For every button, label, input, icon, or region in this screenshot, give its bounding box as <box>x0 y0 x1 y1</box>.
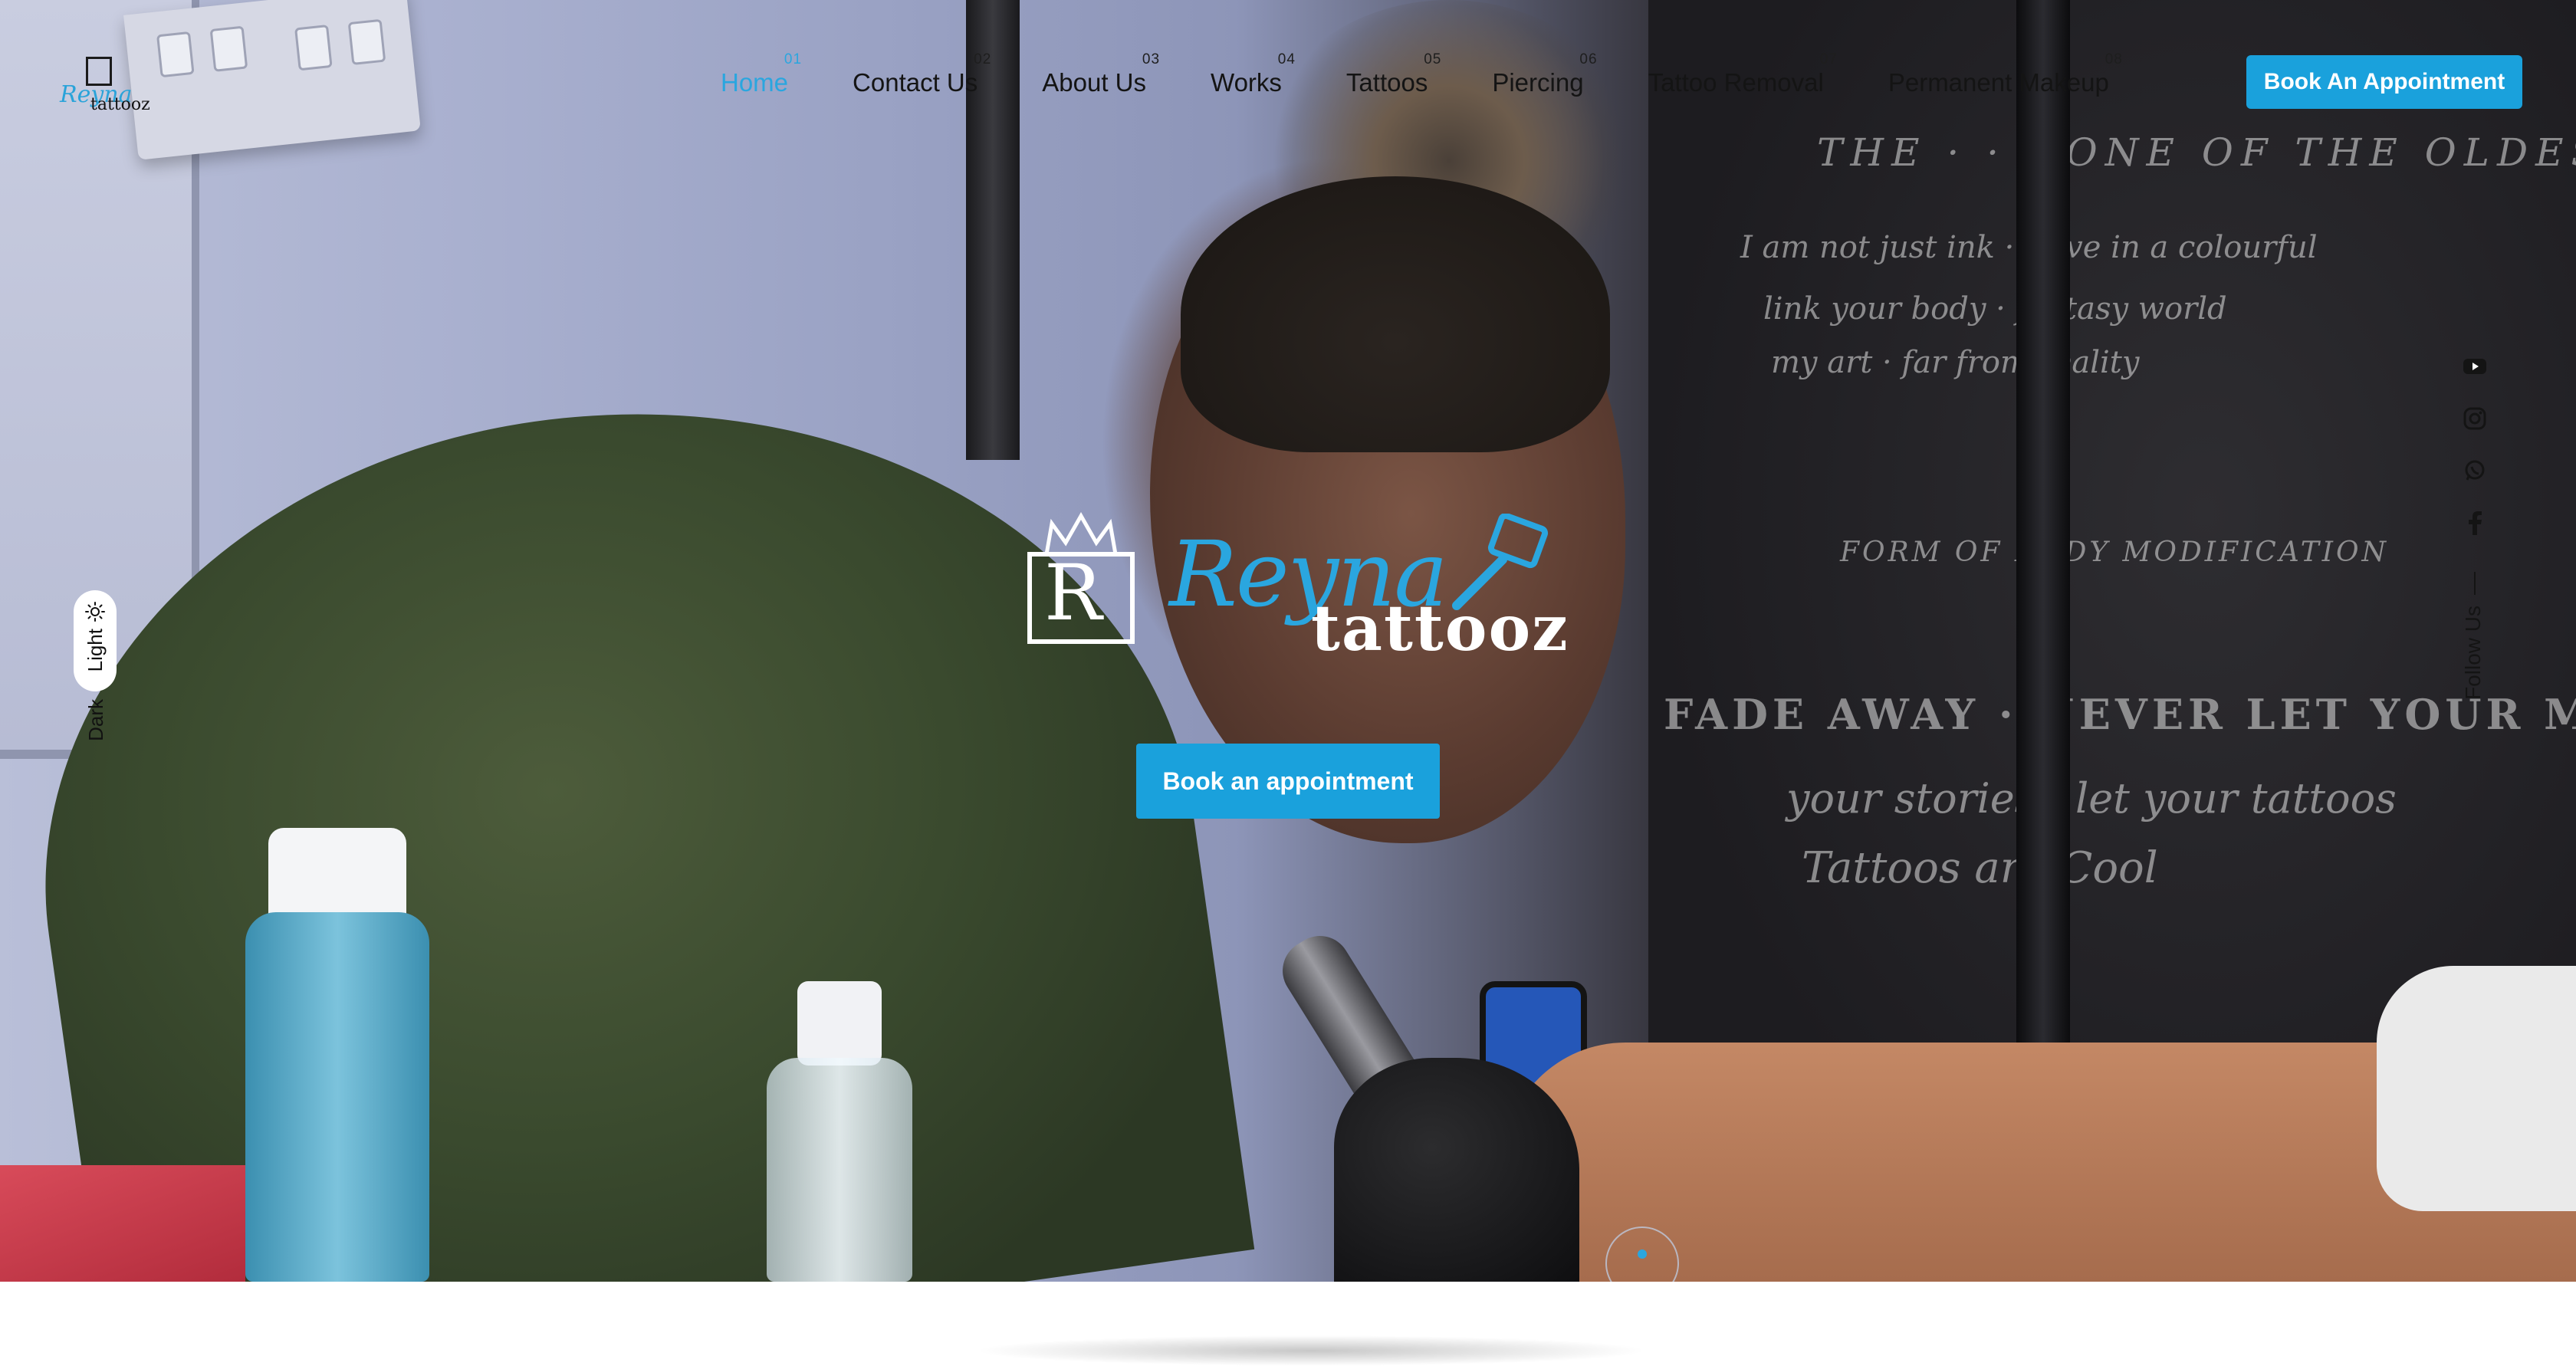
hero-background-package <box>0 1165 245 1282</box>
nav-item-number: 08 <box>2104 51 2123 67</box>
nav-item-number: 01 <box>784 51 803 67</box>
hero-bottle-blue <box>245 912 429 1282</box>
nav-item-works[interactable]: 04 Works <box>1211 51 1295 97</box>
nav-item-number: 02 <box>974 51 992 67</box>
nav-item-number: 05 <box>1424 51 1442 67</box>
nav-item-permanent-makeup[interactable]: 08 Permanent Makeup <box>1888 51 2122 97</box>
nav-item-label: Works <box>1211 68 1282 97</box>
site-header: Reyna tattooz 01 Home 02 Contact Us 03 A… <box>0 0 2576 161</box>
hero-logo: R Reyna tattooz <box>1012 491 1568 675</box>
next-section <box>0 1282 2576 1366</box>
sun-icon <box>85 602 105 622</box>
hero-logo-monogram: R <box>1044 548 1102 638</box>
nav-item-label: Permanent Makeup <box>1888 68 2109 97</box>
hero-client-sleeve <box>2377 966 2576 1211</box>
hero-artist-glove <box>1334 1058 1579 1282</box>
nav-item-label: Home <box>721 68 789 97</box>
nav-item-label: Contact Us <box>853 68 978 97</box>
logo-brand-word: tattooz <box>90 95 150 114</box>
theme-option-light[interactable]: Light <box>74 590 117 691</box>
hero-brand-word: tattooz <box>1311 592 1569 665</box>
hero-book-appointment-button[interactable]: Book an appointment <box>1136 744 1440 819</box>
nav-item-number: 03 <box>1142 51 1161 67</box>
instagram-icon[interactable] <box>2461 405 2489 432</box>
theme-light-label: Light <box>83 629 107 672</box>
nav-item-home[interactable]: 01 Home <box>721 51 801 97</box>
hero-bottle-clear <box>767 1058 912 1282</box>
facebook-icon[interactable] <box>2461 509 2489 537</box>
site-logo[interactable]: Reyna tattooz <box>58 51 150 120</box>
nav-item-number: 06 <box>1579 51 1598 67</box>
nav-item-contact-us[interactable]: 02 Contact Us <box>853 51 991 97</box>
scroll-indicator-dot <box>1638 1249 1647 1259</box>
nav-item-piercing[interactable]: 06 Piercing <box>1492 51 1596 97</box>
theme-toggle[interactable]: Light Dark <box>74 590 118 759</box>
nav-item-about-us[interactable]: 03 About Us <box>1042 51 1159 97</box>
hero-artist-hair <box>1181 176 1610 452</box>
follow-us-label: Follow Us <box>2461 606 2485 700</box>
whatsapp-icon[interactable] <box>2461 457 2489 484</box>
nav-item-tattoos[interactable]: 05 Tattoos <box>1346 51 1441 97</box>
nav-item-label: Tattoo Removal <box>1648 68 1824 97</box>
nav-item-label: About Us <box>1042 68 1147 97</box>
nav-item-label: Piercing <box>1492 68 1584 97</box>
main-nav: 01 Home 02 Contact Us 03 About Us 04 Wor… <box>721 51 2174 106</box>
youtube-icon[interactable] <box>2461 353 2489 380</box>
nav-item-number: 07 <box>1819 51 1838 67</box>
social-links: Follow Us <box>2456 353 2493 751</box>
nav-item-tattoo-removal[interactable]: 07 Tattoo Removal <box>1648 51 1837 97</box>
book-appointment-button[interactable]: Book An Appointment <box>2246 55 2522 109</box>
next-section-shadow <box>974 1335 1648 1366</box>
nav-item-number: 04 <box>1277 51 1296 67</box>
theme-option-dark[interactable]: Dark <box>84 699 108 741</box>
nav-item-label: Tattoos <box>1346 68 1428 97</box>
follow-divider <box>2474 572 2476 595</box>
hero-bottle-spray <box>797 981 882 1066</box>
hero-section: THE · · · ONE OF THE OLDEST · · · ONE I … <box>0 0 2576 1282</box>
